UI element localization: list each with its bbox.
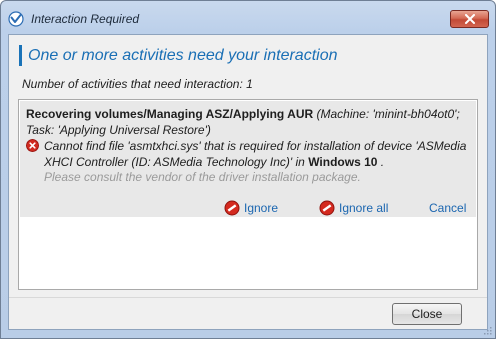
- ignore-all-label: Ignore all: [339, 201, 389, 215]
- title-bar[interactable]: Interaction Required: [1, 1, 495, 35]
- ignore-all-button[interactable]: Ignore all: [319, 200, 388, 216]
- resize-grip-icon[interactable]: [482, 325, 492, 335]
- ignore-label: Ignore: [244, 201, 279, 215]
- close-button[interactable]: Close: [392, 303, 462, 325]
- ignore-button[interactable]: Ignore: [224, 200, 278, 216]
- cancel-label: Cancel: [429, 201, 467, 215]
- error-suffix: .: [377, 155, 385, 169]
- cancel-link[interactable]: Cancel: [429, 200, 466, 216]
- hint-text: Please consult the vendor of the driver …: [44, 170, 361, 184]
- list-item: Recovering volumes/Managing ASZ/Applying…: [20, 101, 476, 217]
- window-title: Interaction Required: [31, 12, 140, 26]
- no-entry-icon: [224, 200, 240, 216]
- headline-accent-bar: [19, 45, 22, 66]
- error-text: Cannot find file 'asmtxhci.sys' that is …: [44, 139, 467, 169]
- close-icon: [464, 14, 475, 24]
- error-icon: [26, 139, 39, 152]
- activity-path: Recovering volumes/Managing ASZ/Applying…: [26, 107, 314, 121]
- error-os: Windows 10: [308, 155, 378, 169]
- no-entry-icon: [319, 200, 335, 216]
- activity-list[interactable]: Recovering volumes/Managing ASZ/Applying…: [18, 99, 478, 290]
- dialog-body: One or more activities need your interac…: [8, 34, 488, 330]
- activity-count: Number of activities that need interacti…: [22, 77, 253, 91]
- window-close-button[interactable]: [450, 10, 489, 28]
- interaction-required-window: Interaction Required One or more activit…: [0, 0, 496, 339]
- footer-divider: [9, 297, 487, 298]
- activity-title: Recovering volumes/Managing ASZ/Applying…: [26, 106, 474, 138]
- error-message: Cannot find file 'asmtxhci.sys' that is …: [44, 138, 474, 170]
- app-logo-icon: [8, 11, 24, 27]
- headline: One or more activities need your interac…: [28, 47, 338, 64]
